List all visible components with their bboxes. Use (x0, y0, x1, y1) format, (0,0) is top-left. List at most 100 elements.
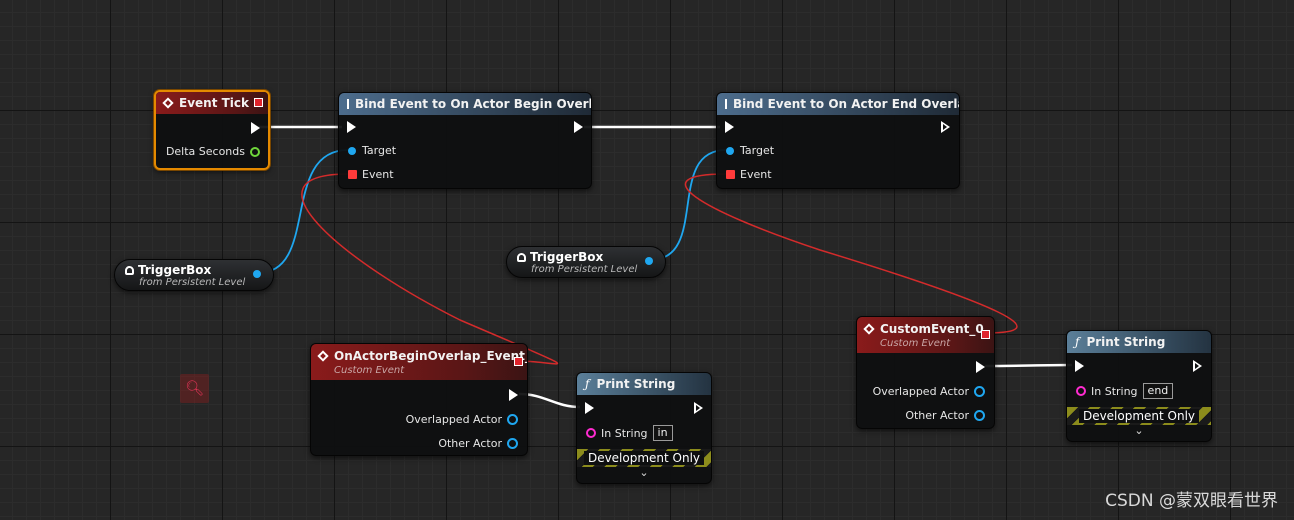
diamond-event-icon (317, 349, 329, 362)
node-title: Print String (596, 377, 676, 391)
chevron-down-icon[interactable]: ⌄ (1067, 424, 1211, 437)
exec-out-pin[interactable] (251, 122, 260, 134)
exec-out-pin[interactable] (941, 121, 950, 133)
exec-in-pin[interactable] (585, 402, 594, 414)
csdn-watermark: CSDN @蒙双眼看世界 (1105, 491, 1278, 511)
string-pin[interactable] (1076, 386, 1086, 396)
node-subtitle: Custom Event (334, 364, 405, 376)
delegate-input-pin[interactable] (726, 170, 735, 179)
exec-out-pin[interactable] (976, 361, 985, 373)
in-string-pin-row[interactable]: In String end (1076, 383, 1174, 399)
bind-begin-overlap-node[interactable]: Bind Event to On Actor Begin Overlap Tar… (338, 92, 592, 189)
exec-out-pin[interactable] (1193, 360, 1202, 372)
target-pin-row[interactable]: Target (726, 144, 774, 157)
object-output-pin[interactable] (253, 270, 261, 278)
other-actor-pin-row[interactable]: Other Actor (438, 437, 518, 450)
bind-end-overlap-node[interactable]: Bind Event to On Actor End Overlap Targe… (716, 92, 960, 189)
actor-icon (125, 265, 134, 275)
pin-label: In String (1091, 384, 1138, 398)
bind-end-header[interactable]: Bind Event to On Actor End Overlap (717, 93, 959, 115)
exec-out-pin[interactable] (574, 121, 583, 133)
blueprint-graph-canvas[interactable]: Event Tick Delta Seconds Bind Event to O… (0, 0, 1294, 520)
overlapped-actor-pin-row[interactable]: Overlapped Actor (406, 413, 518, 426)
pin-label: Event (740, 168, 772, 181)
pin-label: Overlapped Actor (872, 385, 969, 398)
object-output-pin[interactable] (974, 386, 985, 397)
node-title: Bind Event to On Actor End Overlap (733, 97, 960, 111)
custom-event-header[interactable]: OnActorBeginOverlap_Event_0 Custom Event (311, 344, 527, 380)
in-string-value-field[interactable]: in (652, 425, 673, 441)
custom-event-header[interactable]: CustomEvent_0 Custom Event (857, 317, 994, 353)
pin-label: Overlapped Actor (405, 413, 502, 426)
print-string-node[interactable]: ƒ Print String In String in Development … (576, 372, 712, 484)
exec-in-pin[interactable] (725, 121, 734, 133)
pin-label: Target (362, 144, 397, 157)
development-only-banner: Development Only (577, 449, 711, 467)
development-only-banner: Development Only (1067, 407, 1211, 425)
object-output-pin[interactable] (507, 414, 518, 425)
object-output-pin[interactable] (645, 257, 653, 265)
target-pin-row[interactable]: Target (348, 144, 396, 157)
node-title: TriggerBox (138, 263, 212, 277)
chevron-down-icon[interactable]: ⌄ (577, 466, 711, 479)
diamond-event-icon (162, 97, 174, 109)
dev-only-label: Development Only (1078, 409, 1200, 423)
pin-label: In String (601, 426, 648, 440)
node-subtitle: from Persistent Level (531, 264, 638, 275)
begin-overlap-custom-event-node[interactable]: OnActorBeginOverlap_Event_0 Custom Event… (310, 343, 528, 456)
delegate-wire-end (684, 173, 1018, 334)
float-pin[interactable] (250, 146, 260, 157)
bind-begin-header[interactable]: Bind Event to On Actor Begin Overlap (339, 93, 591, 115)
event-pin-row[interactable]: Event (726, 168, 772, 181)
custom-event-node[interactable]: CustomEvent_0 Custom Event Overlapped Ac… (856, 316, 995, 429)
object-wire-triggerbox2-to-target (649, 149, 727, 261)
node-subtitle: from Persistent Level (139, 277, 246, 288)
exec-out-pin[interactable] (509, 389, 518, 401)
node-title: Event Tick (179, 96, 250, 110)
print-string-header[interactable]: ƒ Print String (577, 373, 711, 395)
in-string-pin-row[interactable]: In String in (586, 425, 673, 441)
dev-only-label: Development Only (583, 451, 705, 465)
bind-event-icon (347, 99, 349, 109)
node-title: Print String (1086, 335, 1166, 349)
event-tick-node[interactable]: Event Tick Delta Seconds (154, 90, 270, 170)
node-title: OnActorBeginOverlap_Event_0 (334, 348, 528, 363)
exec-in-pin[interactable] (347, 121, 356, 133)
delegate-pin[interactable] (514, 357, 523, 366)
delegate-pin[interactable] (981, 330, 990, 339)
pin-label: Other Actor (438, 437, 502, 450)
triggerbox-reference-node[interactable]: TriggerBox from Persistent Level (114, 259, 274, 291)
object-pin[interactable] (726, 146, 734, 155)
node-title: TriggerBox (530, 250, 604, 264)
actor-icon (517, 252, 526, 262)
print-string-header[interactable]: ƒ Print String (1067, 331, 1211, 353)
event-tick-header[interactable]: Event Tick (156, 92, 268, 114)
object-output-pin[interactable] (974, 410, 985, 421)
exec-in-pin[interactable] (1075, 360, 1084, 372)
event-pin-row[interactable]: Event (348, 168, 394, 181)
pin-label: Event (362, 168, 394, 181)
in-string-value-field[interactable]: end (1142, 383, 1174, 399)
exec-wire-custom-event-to-print (984, 363, 1073, 368)
object-pin[interactable] (348, 146, 356, 155)
exec-out-pin[interactable] (694, 402, 703, 414)
exec-wire-begin-event-to-print (518, 392, 581, 409)
pin-label: Target (740, 144, 775, 157)
delta-seconds-pin-row[interactable]: Delta Seconds (166, 145, 260, 158)
pin-label: Delta Seconds (165, 145, 245, 158)
object-output-pin[interactable] (507, 438, 518, 449)
diamond-event-icon (863, 322, 875, 335)
f-function-icon: ƒ (1075, 335, 1080, 349)
triggerbox-reference-node[interactable]: TriggerBox from Persistent Level (506, 246, 666, 278)
object-wire-triggerbox1-to-target (257, 149, 349, 274)
node-title: Bind Event to On Actor Begin Overlap (355, 97, 592, 111)
other-actor-pin-row[interactable]: Other Actor (905, 409, 985, 422)
delegate-pin[interactable] (254, 98, 263, 107)
print-string-node[interactable]: ƒ Print String In String end Development… (1066, 330, 1212, 442)
pin-label: Other Actor (905, 409, 969, 422)
delegate-input-pin[interactable] (348, 170, 357, 179)
string-pin[interactable] (586, 428, 596, 438)
f-function-icon: ƒ (585, 377, 590, 391)
overlapped-actor-pin-row[interactable]: Overlapped Actor (873, 385, 985, 398)
search-icon: 🔍︎ (180, 374, 209, 403)
